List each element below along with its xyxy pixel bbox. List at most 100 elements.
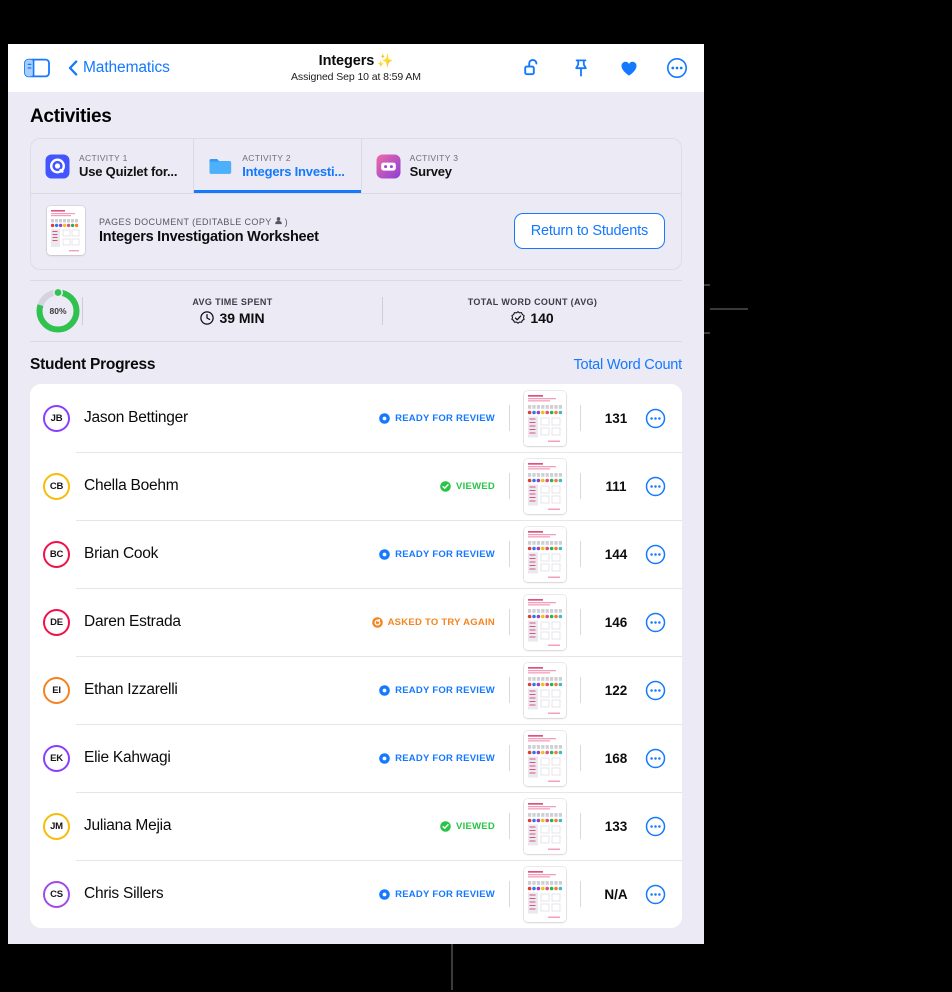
student-name: Chris Sillers (84, 885, 164, 902)
student-work-thumbnail[interactable] (524, 866, 566, 922)
pin-icon[interactable] (570, 57, 592, 79)
document-kicker: PAGES DOCUMENT (EDITABLE COPY ) (99, 216, 319, 227)
chevron-left-icon (68, 60, 78, 76)
row-divider-1 (509, 813, 510, 839)
status-label: ASKED TO TRY AGAIN (387, 616, 495, 628)
student-name: Juliana Mejia (84, 817, 172, 834)
status-badge: READY FOR REVIEW (379, 413, 495, 424)
stats-strip: 80% AVG TIME SPENT 39 MIN TOTAL WORD COU… (30, 280, 682, 342)
row-more-circle-icon[interactable] (645, 816, 666, 837)
row-more-circle-icon[interactable] (645, 476, 666, 497)
quizlet-icon (45, 154, 70, 179)
stat-avg-time-value: 39 MIN (219, 309, 265, 326)
row-divider-1 (509, 609, 510, 635)
row-divider-1 (509, 405, 510, 431)
tab-activity-1[interactable]: ACTIVITY 1 Use Quizlet for... (31, 139, 195, 193)
status-icon (379, 548, 390, 560)
row-divider-1 (509, 745, 510, 771)
avatar: DE (43, 608, 70, 636)
status-label: VIEWED (456, 820, 495, 832)
row-more-circle-icon[interactable] (645, 544, 666, 565)
document-thumbnail[interactable] (47, 206, 85, 255)
student-progress-header: Student Progress Total Word Count (8, 342, 704, 384)
student-work-thumbnail[interactable] (524, 526, 566, 582)
row-divider-2 (580, 745, 581, 771)
avatar: CB (43, 472, 70, 500)
table-row[interactable]: CS Chris Sillers READY FOR REVIEW N/A (30, 860, 682, 928)
word-count: 168 (604, 750, 628, 766)
table-row[interactable]: EK Elie Kahwagi READY FOR REVIEW 168 (30, 724, 682, 792)
student-work-thumbnail[interactable] (524, 798, 566, 854)
status-icon (379, 684, 390, 696)
folder-icon (208, 154, 233, 179)
row-more-circle-icon[interactable] (645, 748, 666, 769)
table-row[interactable]: BC Brian Cook READY FOR REVIEW 144 (30, 520, 682, 588)
avatar: EI (43, 676, 70, 704)
student-work-thumbnail[interactable] (524, 730, 566, 786)
heart-icon[interactable] (618, 57, 640, 79)
table-row[interactable]: EI Ethan Izzarelli READY FOR REVIEW 122 (30, 656, 682, 724)
back-button-label: Mathematics (83, 59, 170, 76)
word-count: 122 (604, 682, 628, 698)
app-panel: Mathematics Integers ✨ Assigned Sep 10 a… (8, 44, 704, 944)
row-divider-1 (509, 677, 510, 703)
more-circle-icon[interactable] (666, 57, 688, 79)
stat-avg-time-value-group: 39 MIN (200, 309, 265, 326)
tab-activity-1-label: Use Quizlet for... (79, 164, 178, 179)
assignment-subtitle: Assigned Sep 10 at 8:59 AM (291, 70, 421, 83)
student-name: Daren Estrada (84, 613, 181, 630)
table-row[interactable]: JB Jason Bettinger READY FOR REVIEW 131 (30, 384, 682, 452)
callout-line-right-stem (710, 308, 748, 310)
table-row[interactable]: JM Juliana Mejia VIEWED 133 (30, 792, 682, 860)
row-divider-2 (580, 813, 581, 839)
table-row[interactable]: CB Chella Boehm VIEWED 111 (30, 452, 682, 520)
word-count: 133 (604, 818, 628, 834)
stat-avg-time-spent: AVG TIME SPENT 39 MIN (83, 297, 382, 326)
status-label: READY FOR REVIEW (395, 548, 495, 560)
row-more-circle-icon[interactable] (645, 884, 666, 905)
activity-tabs: ACTIVITY 1 Use Quizlet for... ACTIVITY 2… (31, 139, 681, 193)
status-badge: READY FOR REVIEW (379, 549, 495, 560)
student-work-thumbnail[interactable] (524, 458, 566, 514)
tab-activity-2[interactable]: ACTIVITY 2 Integers Investi... (194, 139, 362, 193)
student-name: Jason Bettinger (84, 409, 188, 426)
row-divider-1 (509, 881, 510, 907)
tab-activity-3-text: ACTIVITY 3 Survey (410, 153, 459, 179)
return-to-students-button[interactable]: Return to Students (513, 212, 665, 249)
student-work-thumbnail[interactable] (524, 594, 566, 650)
status-label: READY FOR REVIEW (395, 888, 495, 900)
row-divider-2 (580, 405, 581, 431)
navigation-bar: Mathematics Integers ✨ Assigned Sep 10 a… (8, 44, 704, 92)
status-icon (371, 616, 383, 628)
tab-activity-3[interactable]: ACTIVITY 3 Survey (362, 139, 681, 193)
stat-avg-time-kicker: AVG TIME SPENT (192, 296, 273, 307)
student-work-thumbnail[interactable] (524, 662, 566, 718)
page-title: Integers ✨ (319, 53, 394, 70)
stat-word-count-value: 140 (530, 309, 554, 326)
status-icon (379, 752, 390, 764)
tab-activity-3-label: Survey (409, 164, 452, 179)
status-icon (440, 480, 451, 492)
back-button[interactable]: Mathematics (68, 59, 170, 77)
sort-by-total-word-count[interactable]: Total Word Count (573, 357, 682, 373)
avatar: CS (43, 880, 70, 908)
student-name: Ethan Izzarelli (84, 681, 178, 698)
student-name: Brian Cook (84, 545, 159, 562)
row-more-circle-icon[interactable] (645, 612, 666, 633)
status-badge: ASKED TO TRY AGAIN (371, 616, 495, 628)
tab-activity-2-label: Integers Investi... (242, 164, 345, 179)
document-title: Integers Investigation Worksheet (99, 229, 319, 245)
unlock-icon[interactable] (522, 57, 544, 79)
stat-total-word-count: TOTAL WORD COUNT (AVG) 140 (383, 297, 682, 326)
row-divider-2 (580, 677, 581, 703)
tab-activity-2-kicker: ACTIVITY 2 (242, 153, 291, 163)
status-badge: READY FOR REVIEW (379, 889, 495, 900)
sidebar-toggle-icon[interactable] (24, 58, 50, 78)
row-more-circle-icon[interactable] (645, 408, 666, 429)
table-row[interactable]: DE Daren Estrada ASKED TO TRY AGAIN 146 (30, 588, 682, 656)
row-more-circle-icon[interactable] (645, 680, 666, 701)
activities-heading: Activities (8, 92, 704, 138)
student-work-thumbnail[interactable] (524, 390, 566, 446)
status-badge: VIEWED (440, 821, 495, 832)
checkmark-seal-icon (511, 310, 525, 325)
